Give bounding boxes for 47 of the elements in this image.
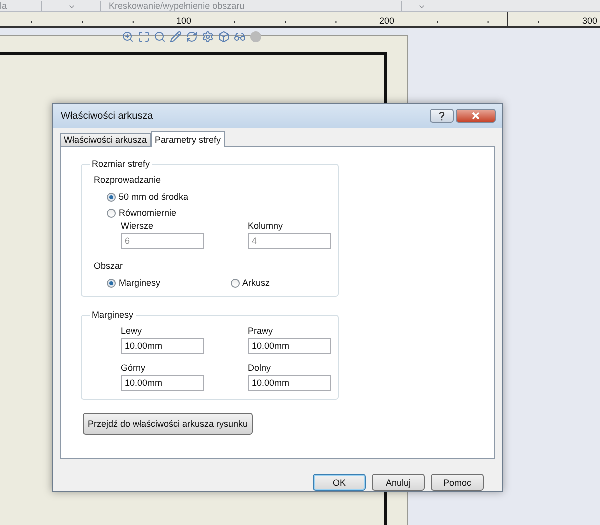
dropdown-icon[interactable] [68, 3, 76, 11]
glasses-icon[interactable] [234, 31, 246, 43]
radio-label: Marginesy [119, 278, 161, 288]
section-label: Rozprowadzanie [94, 174, 162, 186]
radio-label: Równomiernie [119, 208, 177, 218]
sheet-properties-button[interactable]: Przejdź do właściwości arkusza rysunku [83, 413, 254, 435]
field-label: Górny [121, 362, 147, 374]
refresh-icon[interactable] [186, 31, 198, 43]
cube-icon[interactable] [218, 31, 230, 43]
radio-option[interactable]: Arkusz [230, 278, 270, 288]
field-label: Kolumny [248, 220, 284, 232]
input-field[interactable]: 10.00mm [248, 375, 331, 391]
zoom-area-icon[interactable] [154, 31, 166, 43]
dialog-button[interactable]: Pomoc [431, 474, 484, 491]
input-field[interactable]: 10.00mm [121, 338, 204, 354]
input-field[interactable]: 10.00mm [248, 338, 331, 354]
radio-label: Arkusz [242, 278, 270, 288]
zoom-fit-icon[interactable] [138, 31, 150, 43]
toolbar-text: la [0, 2, 8, 11]
radio-option[interactable]: 50 mm od środka [107, 192, 338, 202]
dropdown-icon[interactable] [418, 3, 426, 11]
section-label: Obszar [94, 260, 124, 272]
dialog-button[interactable]: Anuluj [372, 474, 425, 491]
zoom-in-icon[interactable] [122, 31, 134, 43]
question-mark-icon [439, 112, 445, 120]
group-title: Marginesy [91, 310, 135, 320]
radio-label: 50 mm od środka [119, 192, 189, 202]
gear-icon[interactable] [202, 31, 214, 43]
tab[interactable]: Właściwości arkusza [60, 133, 152, 147]
window-title: Właściwości arkusza [61, 110, 154, 122]
tab[interactable]: Parametry strefy [151, 131, 226, 147]
help-button[interactable] [430, 109, 454, 123]
input-field[interactable]: 10.00mm [121, 375, 204, 391]
ruler-label: 100 [176, 16, 192, 26]
radio-option[interactable]: Marginesy [107, 278, 161, 288]
close-icon [472, 112, 480, 120]
radio-option[interactable]: Równomiernie [107, 208, 338, 218]
pencil-icon[interactable] [170, 31, 182, 43]
field-label: Wiersze [121, 220, 155, 232]
group-title: Rozmiar strefy [91, 159, 152, 169]
ruler-label: 200 [379, 16, 395, 26]
close-button[interactable] [456, 109, 496, 123]
ruler-label: 300 [582, 16, 598, 26]
dialog-button[interactable]: OK [313, 474, 366, 491]
field-label: Dolny [248, 362, 272, 374]
field-label: Prawy [248, 325, 274, 337]
field-label: Lewy [121, 325, 144, 337]
